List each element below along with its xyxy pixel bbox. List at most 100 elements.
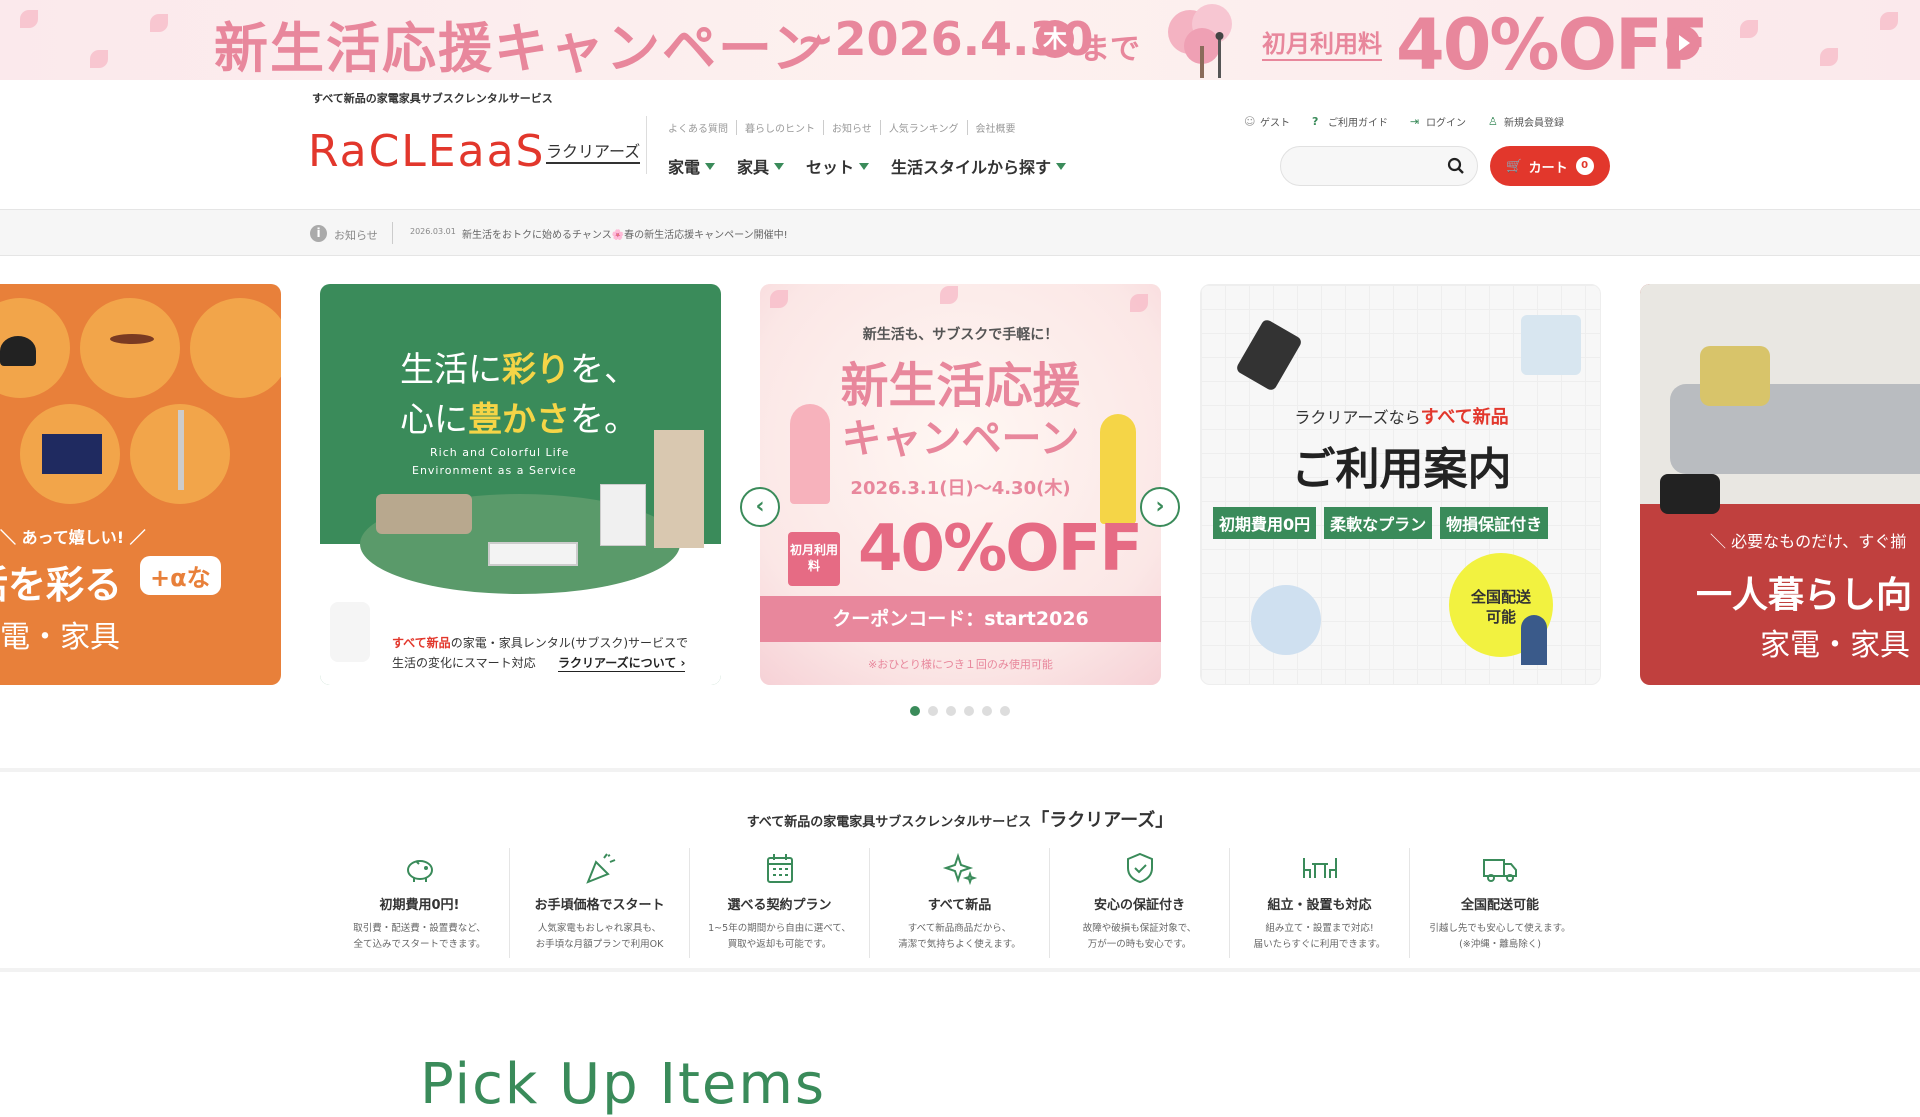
sparkle-icon xyxy=(942,852,977,886)
slide-top-text: 新生活も、サブスクで手軽に！ xyxy=(862,327,1059,343)
chair-icon xyxy=(0,336,36,366)
features-section: すべて新品の家電家具サブスクレンタルサービス「ラクリアーズ」 初期費用0円! 取… xyxy=(0,768,1920,972)
slide-title: 活を彩る xyxy=(0,563,123,607)
user-navigation: ☺ ゲスト ? ご利用ガイド ⇥ ログイン ♙ 新規会員登録 xyxy=(1244,114,1586,129)
carousel-slide[interactable]: ＼ 必要なものだけ、すぐ揃 一人暮らし向 家電・家具 xyxy=(1640,284,1920,685)
feature-item: お手頃価格でスタート 人気家電もおしゃれ家具も、 お手頃な月額プランで利用OK xyxy=(510,848,690,958)
subnav-ranking[interactable]: 人気ランキング xyxy=(881,120,968,135)
carousel-slide[interactable]: ＼ あって嬉しい! ／ 活を彩る +αな 家電・家具 xyxy=(0,284,281,685)
party-popper-icon xyxy=(585,853,615,884)
banner-title: 新生活応援キャンペーン xyxy=(214,17,828,80)
carousel-dot[interactable] xyxy=(1000,706,1010,716)
slide-title-2: 家電・家具 xyxy=(0,620,120,655)
feature-item: 組立・設置も対応 組み立て・設置まで対応! 届いたらすぐに利用できます。 xyxy=(1230,848,1410,958)
piggy-bank-icon xyxy=(406,860,433,882)
slide-en-2: Environment as a Service xyxy=(412,464,577,477)
nav-appliances[interactable]: 家電 xyxy=(668,154,716,178)
user-register[interactable]: ♙ 新規会員登録 xyxy=(1488,114,1564,129)
nav-label: セット xyxy=(806,158,855,177)
feature-title: すべて新品 xyxy=(927,898,992,913)
petal-decoration xyxy=(1740,20,1758,38)
subnav-news[interactable]: お知らせ xyxy=(824,120,881,135)
nav-sets[interactable]: セット xyxy=(806,154,870,178)
fridge-icon xyxy=(654,430,704,548)
text-segment: の家電・家具レンタル(サブスク)サービスで xyxy=(450,636,689,650)
chevron-down-icon xyxy=(774,162,785,170)
site-logo-kana[interactable]: ラクリアーズ xyxy=(546,142,641,164)
carousel-slide[interactable]: ラクリアーズならすべて新品 ご利用案内 初期費用0円 柔軟なプラン 物損保証付き… xyxy=(1200,284,1601,685)
search-icon[interactable] xyxy=(1447,157,1465,175)
search-box xyxy=(1280,146,1478,186)
cart-count-badge: 0 xyxy=(1575,157,1594,175)
user-guest[interactable]: ☺ ゲスト xyxy=(1244,114,1290,129)
delivery-person-illustration xyxy=(1521,615,1547,665)
carousel-dot[interactable] xyxy=(928,706,938,716)
product-circle xyxy=(190,298,281,398)
site-header: すべて新品の家電家具サブスクレンタルサービス RaCLEaaS ラクリアーズ よ… xyxy=(0,80,1920,210)
feature-item: 全国配送可能 引越し先でも安心して使えます。 (※沖縄・離島除く) xyxy=(1410,848,1590,958)
features-brand: 「ラクリアーズ」 xyxy=(1031,810,1174,831)
feature-item: 初期費用0円! 取引費・配送費・設置費など、 全て込みでスタートできます。 xyxy=(330,848,510,958)
chevron-down-icon xyxy=(1056,162,1067,170)
news-link[interactable]: 新生活をおトクに始めるチャンス🌸春の新生活応援キャンペーン開催中! xyxy=(462,226,788,241)
cart-label: カート xyxy=(1528,160,1568,176)
carousel-dot[interactable] xyxy=(910,706,920,716)
man-illustration xyxy=(1100,414,1136,524)
search-input[interactable] xyxy=(1295,157,1435,177)
truck-icon xyxy=(1483,859,1517,882)
nav-label: 生活スタイルから探す xyxy=(891,158,1052,177)
feature-desc: 組み立て・設置まで対応! 届いたらすぐに利用できます。 xyxy=(1253,923,1386,950)
banner-discount: 40%OFF xyxy=(1396,4,1709,80)
feature-tag: 柔軟なプラン xyxy=(1324,507,1433,539)
subnav-company[interactable]: 会社概要 xyxy=(968,120,1024,135)
person-reading-illustration xyxy=(1251,585,1321,655)
user-guide[interactable]: ? ご利用ガイド xyxy=(1312,114,1388,129)
campaign-banner[interactable]: 新生活応援キャンペーン ~2026.4.30 木 まで 初月利用料 40%OFF xyxy=(0,0,1920,80)
text-highlight: 豊かさ xyxy=(468,400,570,440)
about-link[interactable]: ラクリアーズについて › xyxy=(558,654,686,672)
news-date: 2026.03.01 xyxy=(410,227,456,236)
user-register-label: 新規会員登録 xyxy=(1504,118,1564,129)
subnav-faq[interactable]: よくある質問 xyxy=(668,120,737,135)
vacuum-icon xyxy=(178,410,184,490)
petal-decoration xyxy=(770,290,788,308)
carousel-prev-button[interactable]: ‹ xyxy=(740,487,780,527)
subnav-tips[interactable]: 暮らしのヒント xyxy=(737,120,824,135)
cherry-tree-icon xyxy=(1168,4,1232,78)
woman-illustration xyxy=(790,404,830,504)
carousel-dot[interactable] xyxy=(982,706,992,716)
carousel-dot[interactable] xyxy=(964,706,974,716)
feature-item: すべて新品 すべて新品商品だから、 清潔で気持ちよく使えます。 xyxy=(870,848,1050,958)
user-guest-label: ゲスト xyxy=(1260,118,1290,129)
news-label: お知らせ xyxy=(334,229,378,242)
tv-icon xyxy=(42,434,102,474)
delivery-box-illustration xyxy=(1521,315,1581,375)
site-tagline: すべて新品の家電家具サブスクレンタルサービス xyxy=(312,92,553,105)
divider xyxy=(392,222,393,244)
nav-lifestyle[interactable]: 生活スタイルから探す xyxy=(891,154,1067,178)
site-logo[interactable]: RaCLEaaS xyxy=(308,126,545,177)
rice-cooker-icon xyxy=(1660,474,1720,514)
washing-machine-icon xyxy=(600,484,646,546)
feature-title: 選べる契約プラン xyxy=(727,898,832,913)
question-icon: ? xyxy=(1312,114,1319,128)
person-add-icon: ♙ xyxy=(1488,114,1498,128)
carousel-dot[interactable] xyxy=(946,706,956,716)
product-circle xyxy=(80,298,180,398)
slide-top-text: ラクリアーズならすべて新品 xyxy=(1201,403,1600,429)
feature-tag: 初期費用0円 xyxy=(1213,507,1317,539)
first-month-badge: 初月利用料 xyxy=(788,532,840,586)
nav-label: 家電 xyxy=(668,158,701,177)
chevron-down-icon xyxy=(859,162,870,170)
feature-desc: 引越し先でも安心して使えます。 (※沖縄・離島除く) xyxy=(1429,923,1571,950)
feature-desc: 1~5年の期間から自由に選べて、 買取や返却も可能です。 xyxy=(708,923,851,950)
carousel-next-button[interactable]: › xyxy=(1140,487,1180,527)
user-login[interactable]: ⇥ ログイン xyxy=(1410,114,1466,129)
petal-decoration xyxy=(150,14,168,32)
nav-furniture[interactable]: 家具 xyxy=(737,154,785,178)
cart-button[interactable]: 🛒 カート 0 xyxy=(1490,146,1610,186)
text-segment: 生活に xyxy=(400,350,502,390)
play-arrow-icon[interactable] xyxy=(1666,26,1700,60)
carousel-slide[interactable]: 新生活も、サブスクで手軽に！ 新生活応援 キャンペーン 2026.3.1(日)～… xyxy=(760,284,1161,685)
carousel-slide[interactable]: 生活に彩りを、 心に豊かさを。 Rich and Colorful Life E… xyxy=(320,284,721,685)
